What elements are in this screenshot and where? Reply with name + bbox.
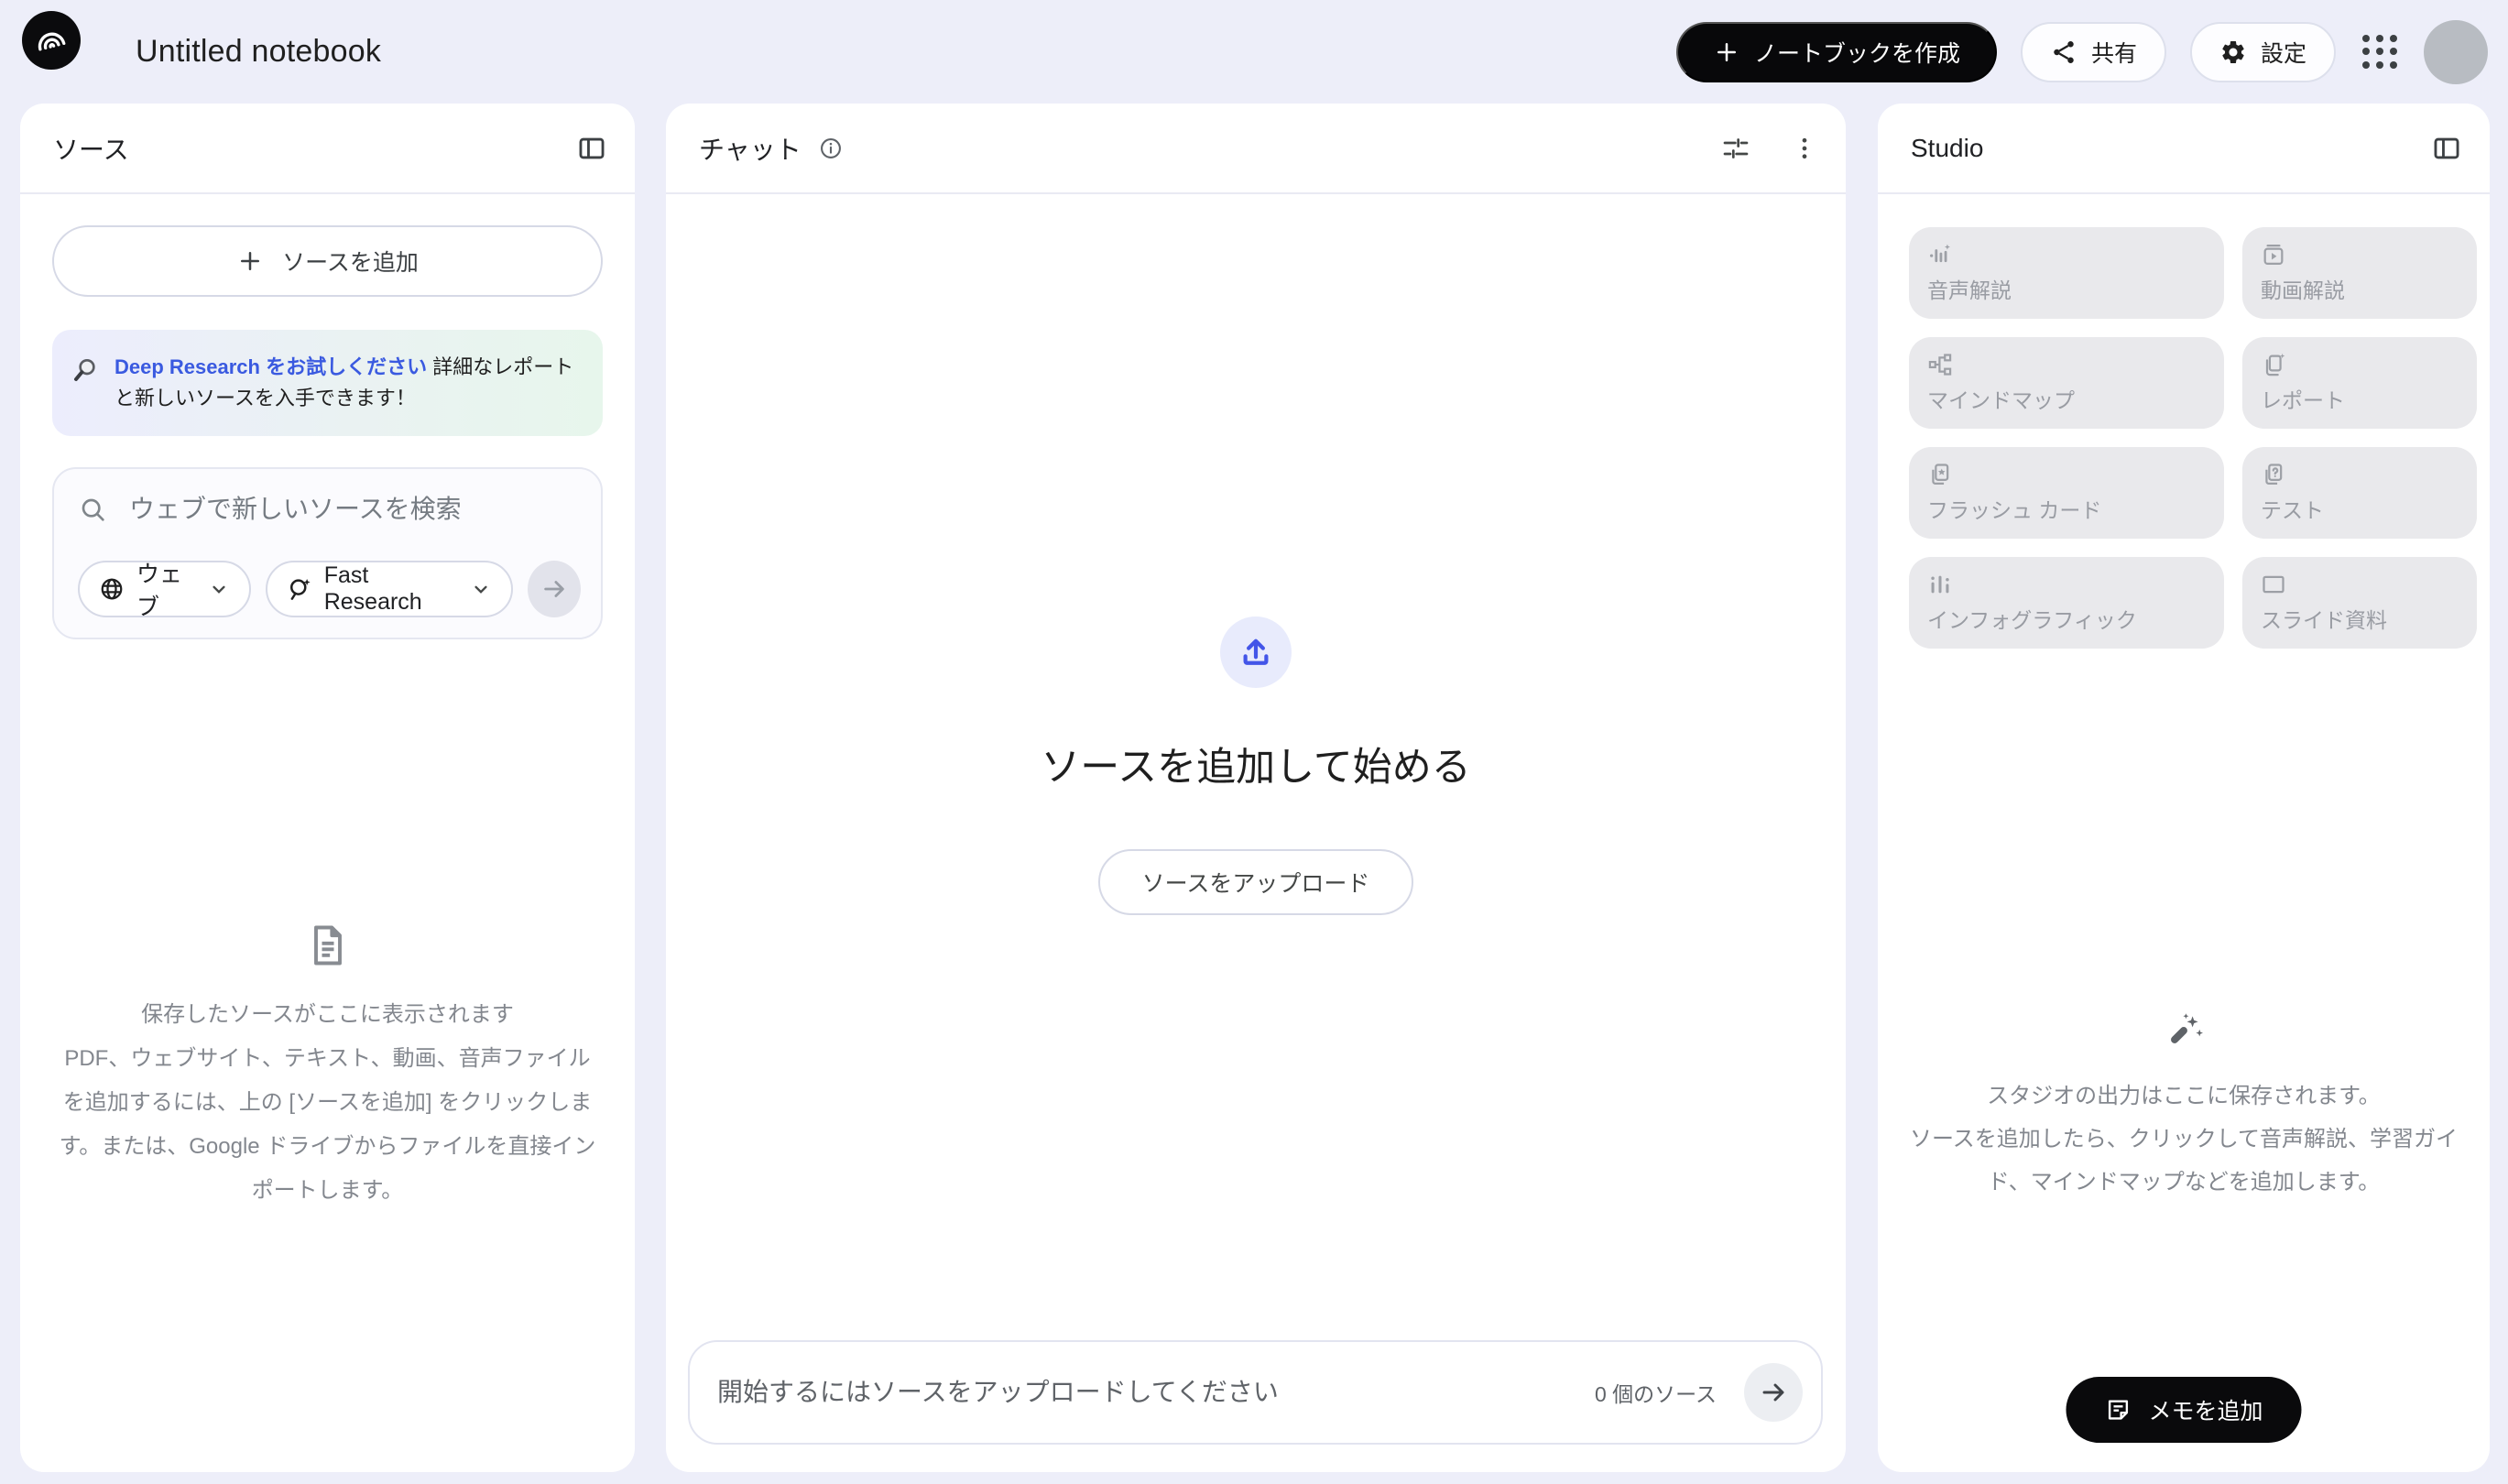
add-note-button[interactable]: メモを追加: [2066, 1377, 2301, 1443]
mind-map-icon: [1927, 352, 2206, 377]
chat-panel: チャット ソース: [666, 104, 1846, 1472]
web-source-dropdown[interactable]: ウェブ: [78, 561, 251, 617]
sources-panel-title: ソース: [53, 130, 129, 167]
upload-source-button[interactable]: ソースをアップロード: [1098, 849, 1414, 915]
deep-research-link[interactable]: Deep Research をお試しください: [114, 355, 427, 378]
plus-icon: [1713, 38, 1740, 66]
chat-panel-title: チャット: [699, 130, 801, 167]
add-source-button[interactable]: ソースを追加: [52, 225, 603, 297]
account-avatar[interactable]: [2424, 20, 2488, 84]
chat-settings-icon[interactable]: [1721, 134, 1750, 163]
studio-panel: Studio 音声解説: [1878, 104, 2490, 1472]
send-message-button[interactable]: [1744, 1363, 1803, 1422]
quiz-icon: [2261, 462, 2459, 487]
search-submit-button[interactable]: [528, 561, 581, 617]
chat-panel-header: チャット: [666, 104, 1846, 194]
collapse-studio-panel-icon[interactable]: [2431, 133, 2462, 164]
sources-empty-body: PDF、ウェブサイト、テキスト、動画、音声ファイルを追加するには、上の [ソース…: [58, 1037, 597, 1213]
sources-panel-content: ソースを追加 Deep Research をお試しください 詳細なレポートと新し…: [20, 225, 635, 1213]
chat-input-bar: 0 個のソース: [688, 1340, 1823, 1445]
studio-card-quiz[interactable]: テスト: [2242, 447, 2477, 539]
chevron-down-icon: [469, 577, 493, 601]
chevron-down-icon: [207, 577, 231, 601]
studio-empty-line1: スタジオの出力はここに保存されます。: [1895, 1075, 2472, 1118]
search-icon: [78, 495, 107, 524]
settings-button[interactable]: 設定: [2190, 22, 2336, 82]
studio-empty-state: スタジオの出力はここに保存されます。 ソースを追加したら、クリックして音声解説、…: [1878, 1009, 2490, 1204]
source-count-label: 0 個のソース: [1595, 1377, 1717, 1408]
note-icon: [2104, 1396, 2132, 1424]
infographic-icon: [1927, 572, 2206, 597]
header-actions: ノートブックを作成 共有 設定: [1676, 0, 2488, 104]
upload-icon: [1220, 617, 1292, 688]
studio-output-grid: 音声解説 動画解説 マインドマップ: [1878, 194, 2490, 649]
google-apps-icon[interactable]: [2360, 32, 2400, 72]
studio-card-flashcards[interactable]: フラッシュ カード: [1909, 447, 2224, 539]
video-overview-icon: [2261, 242, 2459, 267]
create-notebook-button[interactable]: ノートブックを作成: [1676, 22, 1997, 82]
studio-card-slides[interactable]: スライド資料: [2242, 557, 2477, 649]
chat-empty-state: ソースを追加して始める ソースをアップロード: [666, 617, 1846, 915]
document-icon: [304, 922, 352, 969]
sources-panel: ソース ソースを追加 Deep Researc: [20, 104, 635, 1472]
sources-panel-header: ソース: [20, 104, 635, 194]
search-options-row: ウェブ Fast Research: [78, 561, 581, 617]
studio-empty-line2: ソースを追加したら、クリックして音声解説、学習ガイド、マインドマップなどを追加し…: [1895, 1118, 2472, 1204]
research-mode-dropdown[interactable]: Fast Research: [266, 561, 513, 617]
studio-card-report[interactable]: レポート: [2242, 337, 2477, 429]
chat-message-input[interactable]: [717, 1378, 1595, 1407]
top-header: Untitled notebook ノートブックを作成 共有: [0, 0, 2508, 104]
report-icon: [2261, 352, 2459, 377]
notebook-title[interactable]: Untitled notebook: [136, 34, 381, 70]
flashcards-icon: [1927, 462, 2206, 487]
web-search-card: ウェブ Fast Research: [52, 467, 603, 639]
chat-empty-heading: ソースを追加して始める: [1041, 736, 1471, 792]
collapse-sources-panel-icon[interactable]: [576, 133, 607, 164]
sources-empty-title: 保存したソースがここに表示されます: [141, 993, 514, 1037]
studio-panel-header: Studio: [1878, 104, 2490, 194]
magnifier-emoji-icon: [71, 355, 100, 414]
search-sources-input[interactable]: [129, 495, 581, 524]
notebooklm-app: Untitled notebook ノートブックを作成 共有: [0, 0, 2508, 1484]
slides-icon: [2261, 572, 2459, 597]
gear-icon: [2219, 38, 2247, 66]
search-row: [78, 495, 581, 524]
plus-icon: [236, 247, 264, 275]
studio-card-video-overview[interactable]: 動画解説: [2242, 227, 2477, 319]
globe-icon: [98, 575, 125, 603]
info-icon[interactable]: [818, 136, 844, 161]
chat-more-options-icon[interactable]: [1791, 135, 1818, 162]
deep-research-banner[interactable]: Deep Research をお試しください 詳細なレポートと新しいソースを入手…: [52, 330, 603, 436]
share-button[interactable]: 共有: [2021, 22, 2166, 82]
studio-card-audio-overview[interactable]: 音声解説: [1909, 227, 2224, 319]
studio-card-infographic[interactable]: インフォグラフィック: [1909, 557, 2224, 649]
share-icon: [2050, 38, 2077, 66]
sources-empty-state: 保存したソースがここに表示されます PDF、ウェブサイト、テキスト、動画、音声フ…: [52, 922, 603, 1213]
studio-card-mind-map[interactable]: マインドマップ: [1909, 337, 2224, 429]
banner-text: Deep Research をお試しください 詳細なレポートと新しいソースを入手…: [114, 352, 581, 414]
fast-research-icon: [286, 575, 313, 603]
magic-wand-icon: [2162, 1009, 2206, 1053]
audio-overview-icon: [1927, 242, 2206, 267]
notebooklm-logo-icon[interactable]: [22, 11, 81, 70]
studio-panel-title: Studio: [1911, 134, 1983, 163]
